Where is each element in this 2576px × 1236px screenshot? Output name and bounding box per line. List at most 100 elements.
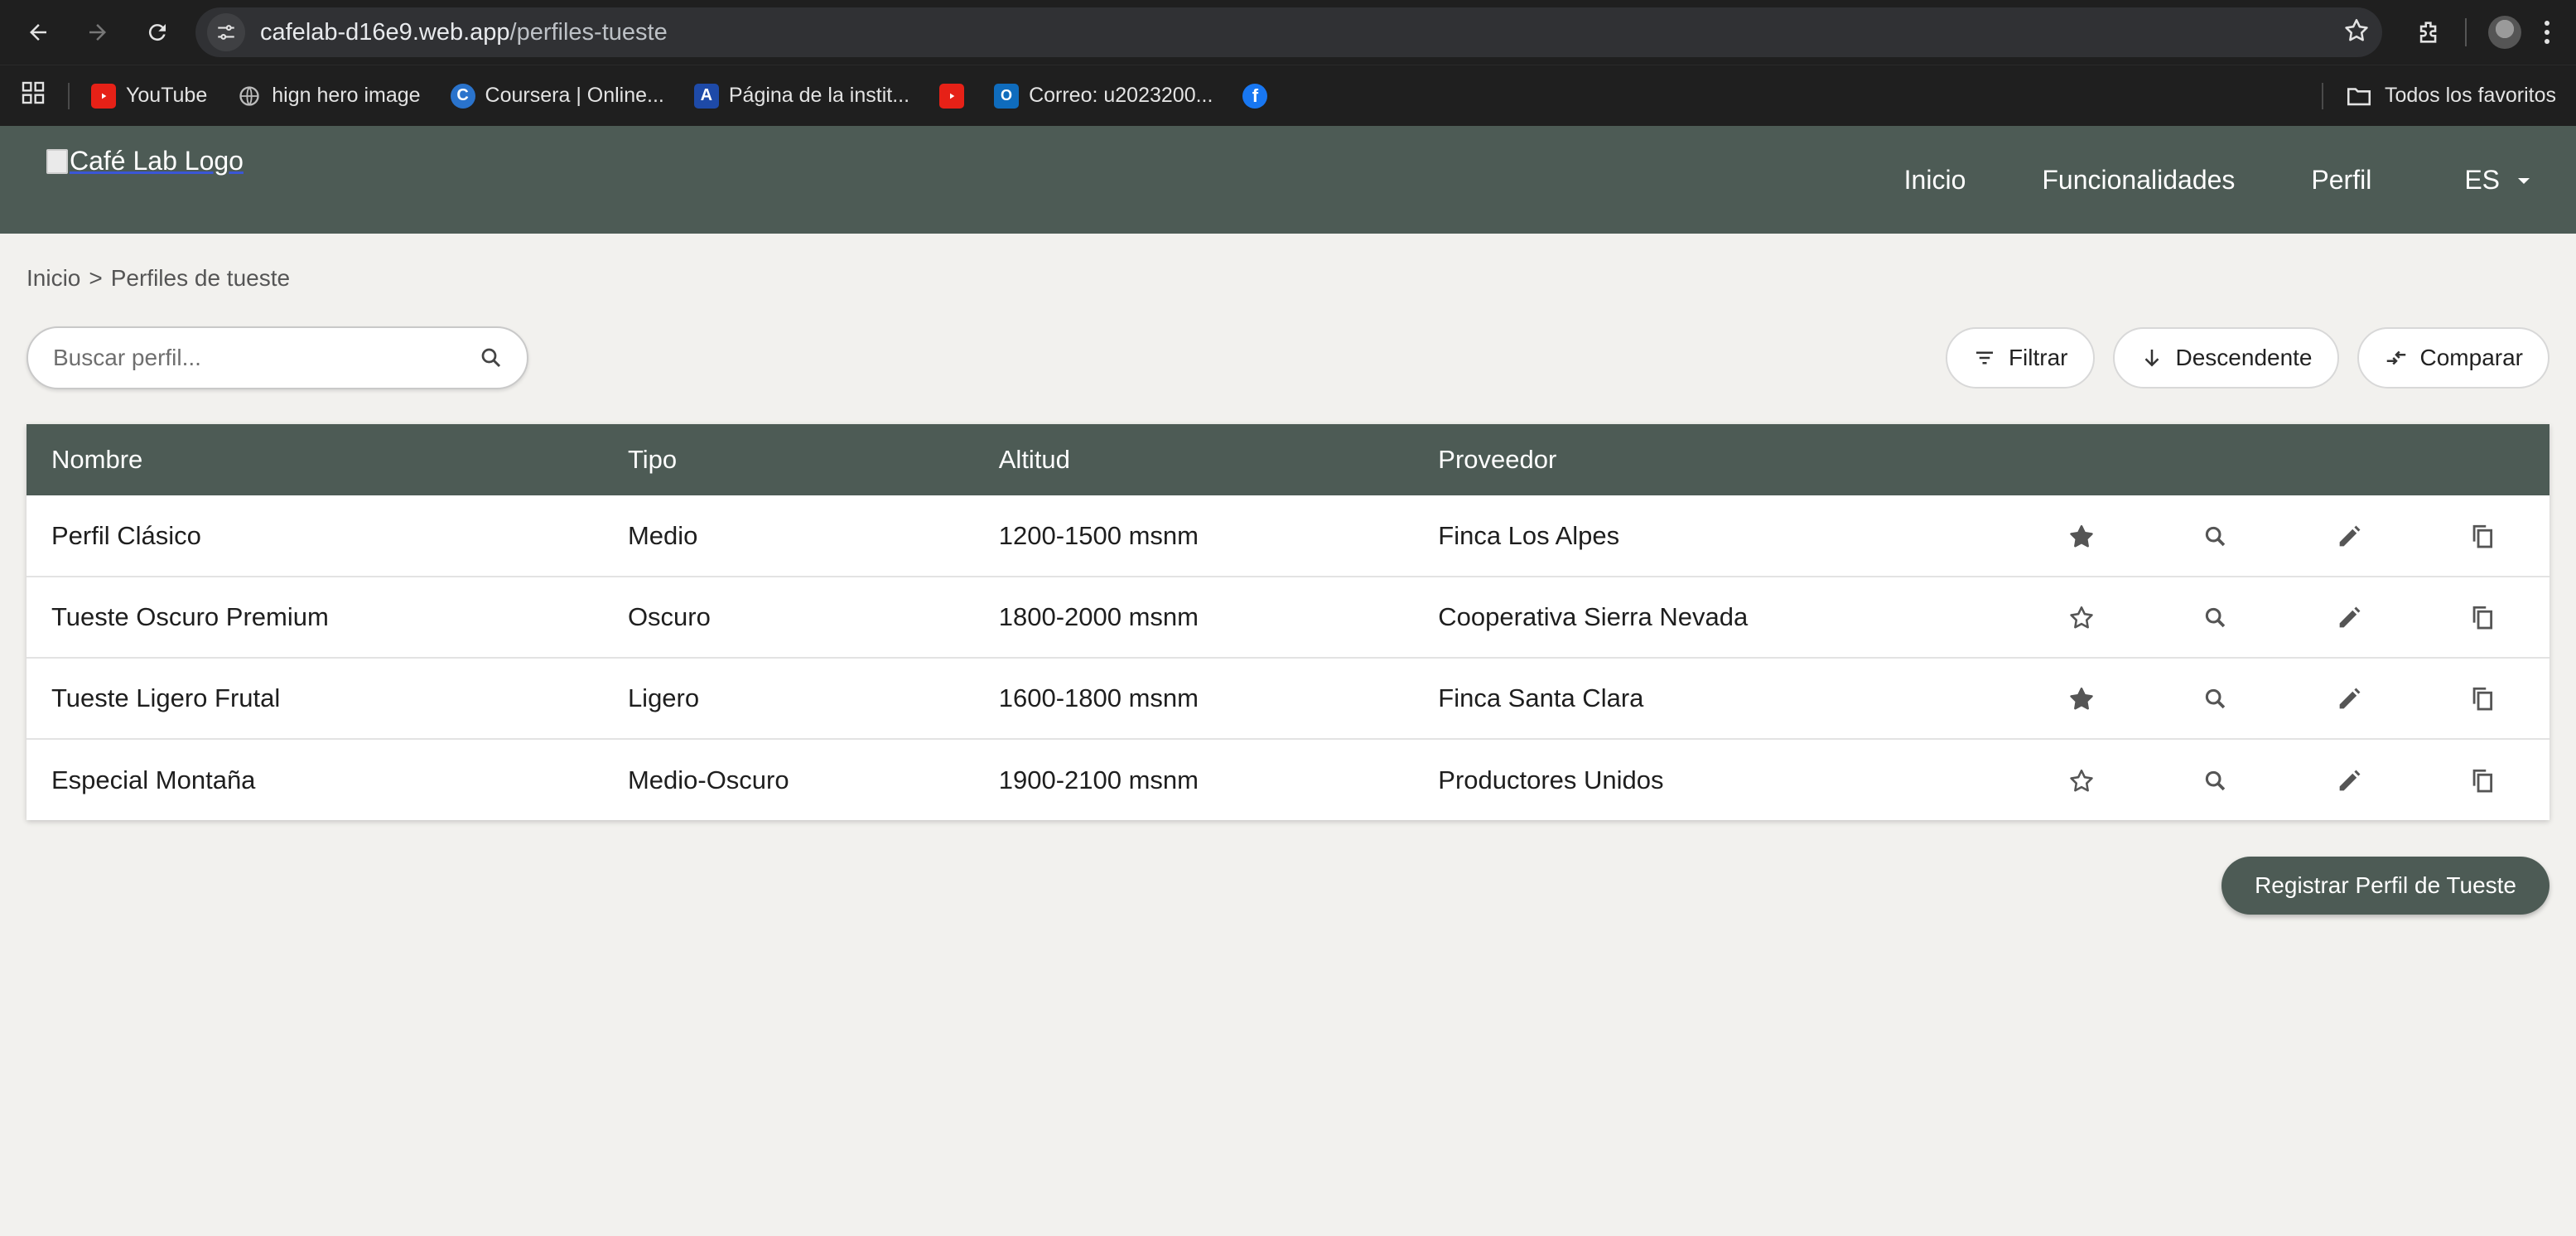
bookmark-institution[interactable]: A Página de la instit... (693, 83, 910, 109)
arrow-down-icon (2144, 350, 2159, 367)
cell-tipo: Oscuro (627, 602, 711, 631)
globe-icon (237, 84, 262, 109)
pencil-icon[interactable] (2335, 523, 2363, 551)
cell-nombre: Perfil Clásico (51, 520, 201, 550)
coursera-icon: C (450, 83, 475, 109)
profile-avatar[interactable] (2488, 16, 2521, 49)
bookmark-label: Página de la instit... (728, 84, 910, 107)
search-input[interactable] (53, 345, 479, 371)
back-button[interactable] (13, 7, 63, 57)
edit-cell (2282, 495, 2415, 577)
facebook-icon: f (1242, 83, 1268, 109)
copy-icon[interactable] (2468, 523, 2496, 551)
breadcrumb-home[interactable]: Inicio (27, 265, 80, 292)
copy-icon[interactable] (2468, 685, 2496, 713)
url-path: /perfiles-tueste (509, 18, 668, 46)
search-icon[interactable] (2202, 523, 2230, 551)
copy-cell (2416, 739, 2549, 820)
browser-actions (2415, 16, 2551, 49)
view-cell (2149, 739, 2282, 820)
column-header-nombre: Nombre (51, 445, 143, 474)
cell-altitud: 1200-1500 msnm (998, 520, 1199, 550)
bookmark-youtube-2[interactable] (939, 83, 965, 109)
institution-icon: A (693, 83, 719, 109)
pencil-icon[interactable] (2335, 767, 2363, 795)
edit-cell (2282, 658, 2415, 739)
column-header-proveedor: Proveedor (1438, 445, 1557, 474)
favorite-cell (2014, 577, 2148, 658)
edit-cell (2282, 739, 2415, 820)
youtube-icon (939, 83, 965, 109)
copy-cell (2416, 577, 2549, 658)
language-selector[interactable]: ES (2464, 165, 2530, 196)
browser-menu-icon[interactable] (2543, 21, 2551, 44)
copy-icon[interactable] (2468, 604, 2496, 632)
outlook-icon: O (994, 83, 1020, 109)
bookmark-youtube[interactable]: YouTube (91, 83, 207, 109)
bookmark-facebook[interactable]: f (1242, 83, 1268, 109)
all-bookmarks-folder[interactable]: Todos los favoritos (2345, 82, 2556, 110)
profiles-toolbar: Filtrar Descendente Comparar (27, 326, 2549, 389)
table-row: Perfil Clásico Medio 1200-1500 msnm Finc… (27, 495, 2549, 577)
copy-icon[interactable] (2468, 767, 2496, 795)
cell-proveedor: Productores Unidos (1438, 765, 1664, 794)
reload-button[interactable] (133, 7, 182, 57)
star-outline-icon[interactable] (2067, 602, 2096, 631)
site-info-button[interactable] (207, 13, 245, 51)
pencil-icon[interactable] (2335, 685, 2363, 713)
cell-altitud: 1600-1800 msnm (998, 683, 1199, 712)
nav-perfil[interactable]: Perfil (2311, 165, 2371, 196)
breadcrumb: Inicio > Perfiles de tueste (27, 265, 2549, 292)
search-icon[interactable] (2202, 604, 2230, 632)
bookmark-label: Correo: u2023200... (1029, 84, 1213, 107)
url-text[interactable]: cafelab-d16e9.web.app/perfiles-tueste (260, 19, 2342, 46)
extensions-icon[interactable] (2415, 18, 2443, 46)
star-filled-icon[interactable] (2067, 520, 2096, 549)
cell-altitud: 1900-2100 msnm (998, 765, 1199, 794)
breadcrumb-current: Perfiles de tueste (110, 265, 291, 291)
sort-label: Descendente (2175, 345, 2313, 370)
table-header-row: Nombre Tipo Altitud Proveedor (27, 424, 2549, 495)
pencil-icon[interactable] (2335, 604, 2363, 632)
bookmark-coursera[interactable]: C Coursera | Online... (450, 83, 664, 109)
apps-grid-icon[interactable] (20, 80, 46, 112)
cell-altitud: 1800-2000 msnm (998, 602, 1199, 631)
bookmark-hero-image[interactable]: hign hero image (237, 84, 421, 109)
cell-proveedor: Finca Santa Clara (1438, 683, 1644, 712)
register-profile-button[interactable]: Registrar Perfil de Tueste (2221, 857, 2549, 915)
filter-icon (1975, 351, 1993, 365)
all-bookmarks-label: Todos los favoritos (2384, 84, 2556, 107)
copy-cell (2416, 658, 2549, 739)
tune-icon (218, 25, 234, 40)
bookmark-outlook[interactable]: O Correo: u2023200... (994, 83, 1213, 109)
column-header-edit (2282, 424, 2415, 495)
search-icon[interactable] (2202, 685, 2230, 713)
table-row: Tueste Ligero Frutal Ligero 1600-1800 ms… (27, 658, 2549, 739)
cell-tipo: Ligero (627, 683, 700, 712)
reload-icon (148, 24, 166, 41)
table-row: Tueste Oscuro Premium Oscuro 1800-2000 m… (27, 577, 2549, 658)
cell-nombre: Tueste Ligero Frutal (51, 683, 281, 712)
nav-inicio[interactable]: Inicio (1904, 165, 1966, 196)
search-icon[interactable] (479, 345, 504, 370)
star-filled-icon[interactable] (2067, 683, 2096, 712)
forward-button[interactable] (73, 7, 123, 57)
view-cell (2149, 577, 2282, 658)
table-row: Especial Montaña Medio-Oscuro 1900-2100 … (27, 739, 2549, 820)
forward-arrow-icon (89, 24, 106, 41)
sort-button[interactable]: Descendente (2112, 327, 2339, 389)
compare-button[interactable]: Comparar (2357, 327, 2549, 389)
filter-label: Filtrar (2008, 345, 2068, 370)
cell-tipo: Medio-Oscuro (627, 765, 789, 794)
register-row: Registrar Perfil de Tueste (27, 857, 2549, 915)
cell-proveedor: Finca Los Alpes (1438, 520, 1620, 550)
cafe-lab-logo[interactable]: Café Lab Logo (46, 146, 244, 176)
address-bar[interactable]: cafelab-d16e9.web.app/perfiles-tueste (195, 7, 2382, 57)
star-outline-icon[interactable] (2067, 765, 2096, 794)
cell-nombre: Especial Montaña (51, 765, 256, 794)
compare-arrows-icon (2386, 350, 2405, 365)
search-icon[interactable] (2202, 767, 2230, 795)
bookmark-star-button[interactable] (2342, 17, 2371, 49)
filter-button[interactable]: Filtrar (1945, 327, 2095, 389)
nav-funcionalidades[interactable]: Funcionalidades (2042, 165, 2235, 196)
